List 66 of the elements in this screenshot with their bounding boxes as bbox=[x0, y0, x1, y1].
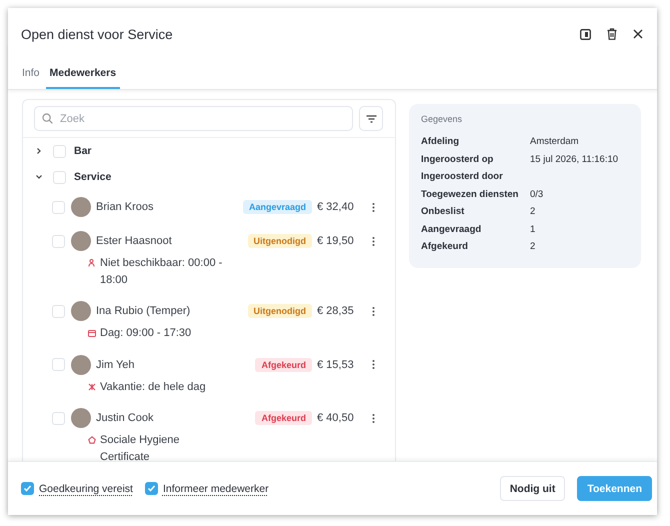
detail-value: 15 jul 2026, 11:16:10 bbox=[530, 154, 618, 165]
wage-amount: € 32,40 bbox=[317, 201, 355, 213]
checkmark-icon bbox=[146, 484, 156, 493]
status-badge: Aangevraagd bbox=[242, 200, 312, 214]
detail-label: Onbeslist bbox=[421, 206, 466, 218]
status-badge: Afgekeurd bbox=[255, 411, 312, 425]
filter-icon bbox=[366, 114, 376, 122]
avatar-placeholder bbox=[71, 354, 91, 374]
option-label[interactable]: Goedkeuring vereist bbox=[39, 482, 133, 494]
option-label[interactable]: Informeer medewerker bbox=[162, 482, 269, 494]
chevron-icon[interactable] bbox=[35, 173, 43, 181]
search-icon bbox=[42, 113, 53, 124]
detail-label: Aangevraagd bbox=[421, 224, 482, 235]
checkbox[interactable] bbox=[144, 482, 158, 495]
wage-amount: € 28,35 bbox=[317, 305, 355, 317]
employee-name: Ina Rubio (Temper) bbox=[96, 305, 192, 317]
checkmark-icon bbox=[23, 484, 32, 493]
status-badge: Afgekeurd bbox=[255, 358, 312, 372]
more-icon[interactable] bbox=[372, 414, 375, 422]
wage-amount: € 15,53 bbox=[317, 358, 355, 370]
detail-value: 2 bbox=[530, 206, 536, 218]
avatar-placeholder bbox=[71, 197, 91, 217]
availability-note: Dag: 09:00 - 17:30 bbox=[100, 326, 192, 341]
invite-button[interactable]: Nodig uit bbox=[500, 476, 566, 501]
calendar-icon bbox=[88, 329, 96, 337]
more-icon[interactable] bbox=[372, 306, 375, 316]
employee-name: Justin Cook bbox=[96, 412, 154, 424]
filter-button[interactable] bbox=[359, 106, 383, 131]
trash-icon[interactable] bbox=[607, 28, 617, 40]
detail-value: 0/3 bbox=[530, 188, 544, 200]
person-icon bbox=[88, 259, 96, 267]
employee-name: Jim Yeh bbox=[96, 358, 136, 370]
tab[interactable]: Medewerkers bbox=[46, 62, 120, 89]
detail-label: Afdeling bbox=[421, 136, 460, 148]
detail-label: Ingeroosterd door bbox=[421, 171, 504, 182]
panel-icon[interactable] bbox=[580, 28, 591, 40]
close-icon[interactable] bbox=[633, 29, 643, 39]
avatar-placeholder bbox=[71, 408, 91, 428]
availability-note: Niet beschikbaar: 00:00 - 18:00 bbox=[100, 256, 224, 288]
employee-name: Ester Haasnoot bbox=[96, 235, 173, 247]
employee-name: Brian Kroos bbox=[96, 201, 154, 213]
availability-note: Sociale Hygiene Certificate bbox=[100, 433, 180, 461]
more-icon[interactable] bbox=[372, 202, 375, 212]
status-badge: Uitgenodigd bbox=[248, 304, 312, 318]
wage-amount: € 40,50 bbox=[317, 412, 355, 424]
detail-label: Ingeroosterd op bbox=[421, 154, 494, 165]
group-name: Bar bbox=[74, 145, 92, 157]
checkbox[interactable] bbox=[21, 482, 34, 495]
availability-note: Vakantie: de hele dag bbox=[100, 380, 207, 394]
detail-value: 1 bbox=[530, 224, 536, 235]
detail-label: Toegewezen diensten bbox=[421, 188, 520, 200]
detail-value: Amsterdam bbox=[530, 136, 579, 148]
more-icon[interactable] bbox=[372, 360, 375, 369]
detail-label: Afgekeurd bbox=[421, 241, 469, 252]
more-icon[interactable] bbox=[372, 236, 375, 246]
dialog-title: Open dienst voor Service bbox=[21, 26, 174, 42]
avatar-placeholder bbox=[71, 301, 91, 321]
chevron-icon[interactable] bbox=[35, 147, 43, 155]
search-field[interactable]: Zoek bbox=[34, 106, 353, 131]
detail-value: 2 bbox=[530, 241, 536, 252]
group-name: Service bbox=[74, 171, 112, 183]
wage-amount: € 19,50 bbox=[317, 235, 355, 247]
avatar-placeholder bbox=[71, 231, 91, 251]
card-title: Gegevens bbox=[421, 114, 464, 124]
tab[interactable]: Info bbox=[18, 62, 44, 89]
status-badge: Uitgenodigd bbox=[248, 234, 312, 248]
